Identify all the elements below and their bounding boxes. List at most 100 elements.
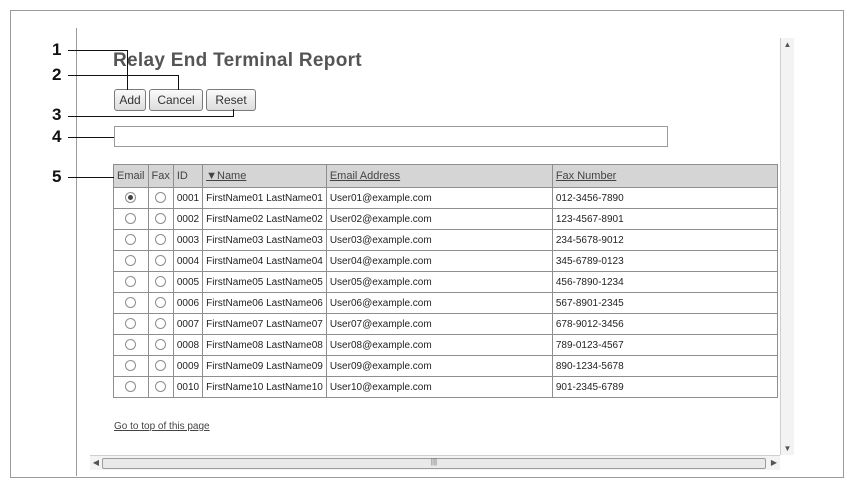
cell-email: User04@example.com (325, 250, 553, 272)
callout-line-1b (127, 50, 128, 90)
callout-5: 5 (52, 167, 62, 186)
column-fax: Fax (147, 164, 174, 188)
cell-email: User05@example.com (325, 271, 553, 293)
table-row: 0004 FirstName04 LastName04 User04@example… (113, 250, 778, 272)
cell-name: FirstName09 LastName09 (202, 355, 327, 377)
fax-radio-cell[interactable] (147, 250, 174, 272)
cell-name: FirstName01 LastName01 (202, 187, 327, 209)
cell-email: User02@example.com (325, 208, 553, 230)
email-radio-cell[interactable] (113, 355, 149, 377)
horizontal-scrollbar[interactable]: ◀ ||| ▶ (90, 455, 780, 470)
cell-fax: 345-6789-0123 (551, 250, 778, 272)
callout-3: 3 (52, 105, 62, 124)
cell-fax: 890-1234-5678 (551, 355, 778, 377)
email-radio-cell[interactable] (113, 250, 149, 272)
fax-radio[interactable] (155, 297, 167, 309)
cell-name: FirstName06 LastName06 (202, 292, 327, 314)
cell-name: FirstName10 LastName10 (202, 376, 327, 398)
cell-id: 0010 (172, 376, 204, 398)
cell-fax: 901-2345-6789 (551, 376, 778, 398)
fax-radio[interactable] (155, 381, 167, 393)
cell-id: 0001 (172, 187, 204, 209)
email-radio[interactable] (125, 381, 137, 393)
fax-radio[interactable] (155, 192, 167, 204)
cell-fax: 234-5678-9012 (551, 229, 778, 251)
callout-line-2 (68, 75, 179, 76)
fax-radio[interactable] (155, 318, 167, 330)
column-email: Email (113, 164, 149, 188)
fax-radio[interactable] (155, 255, 167, 267)
email-radio-cell[interactable] (113, 334, 149, 356)
fax-radio-cell[interactable] (147, 355, 174, 377)
fax-radio-cell[interactable] (147, 208, 174, 230)
cell-id: 0008 (172, 334, 204, 356)
callout-1: 1 (52, 40, 62, 59)
cell-email: User08@example.com (325, 334, 553, 356)
email-radio-cell[interactable] (113, 187, 149, 209)
table-row: 0006 FirstName06 LastName06 User06@example… (113, 292, 778, 314)
email-radio-cell[interactable] (113, 313, 149, 335)
vertical-scrollbar[interactable]: ▲ ▼ (780, 38, 794, 455)
fax-radio[interactable] (155, 213, 167, 225)
fax-radio-cell[interactable] (147, 187, 174, 209)
email-radio[interactable] (125, 192, 137, 204)
cancel-button[interactable]: Cancel (149, 89, 203, 111)
fax-radio[interactable] (155, 234, 167, 246)
callout-line-1 (68, 50, 128, 51)
fax-radio-cell[interactable] (147, 229, 174, 251)
scroll-right-icon[interactable]: ▶ (768, 456, 780, 470)
column-name-sort[interactable]: ▼Name (202, 164, 327, 188)
cell-name: FirstName03 LastName03 (202, 229, 327, 251)
email-radio[interactable] (125, 318, 137, 330)
email-radio[interactable] (125, 360, 137, 372)
reset-button[interactable]: Reset (206, 89, 256, 111)
cell-name: FirstName08 LastName08 (202, 334, 327, 356)
email-radio[interactable] (125, 234, 137, 246)
fax-radio-cell[interactable] (147, 376, 174, 398)
email-radio-cell[interactable] (113, 292, 149, 314)
fax-radio-cell[interactable] (147, 292, 174, 314)
cell-id: 0003 (172, 229, 204, 251)
email-radio[interactable] (125, 255, 137, 267)
add-button[interactable]: Add (114, 89, 146, 111)
cell-id: 0004 (172, 250, 204, 272)
callout-4: 4 (52, 127, 62, 146)
fax-radio[interactable] (155, 360, 167, 372)
fax-radio[interactable] (155, 276, 167, 288)
column-email-address-sort[interactable]: Email Address (325, 164, 553, 188)
scroll-left-icon[interactable]: ◀ (90, 456, 102, 470)
cell-email: User07@example.com (325, 313, 553, 335)
scroll-thumb[interactable]: ||| (102, 457, 766, 469)
cell-id: 0009 (172, 355, 204, 377)
email-radio[interactable] (125, 213, 137, 225)
email-radio[interactable] (125, 339, 137, 351)
table-row: 0002 FirstName02 LastName02 User02@example… (113, 208, 778, 230)
fax-radio-cell[interactable] (147, 271, 174, 293)
cell-fax: 456-7890-1234 (551, 271, 778, 293)
cell-name: FirstName07 LastName07 (202, 313, 327, 335)
email-radio[interactable] (125, 297, 137, 309)
email-radio-cell[interactable] (113, 229, 149, 251)
cell-id: 0002 (172, 208, 204, 230)
email-radio[interactable] (125, 276, 137, 288)
cell-fax: 123-4567-8901 (551, 208, 778, 230)
email-radio-cell[interactable] (113, 208, 149, 230)
search-input[interactable] (114, 126, 668, 147)
email-radio-cell[interactable] (113, 271, 149, 293)
table-row: 0007 FirstName07 LastName07 User07@example… (113, 313, 778, 335)
table-row: 0008 FirstName08 LastName08 User08@example… (113, 334, 778, 356)
fax-radio[interactable] (155, 339, 167, 351)
table-row: 0001 FirstName01 LastName01 User01@example… (113, 187, 778, 209)
cell-email: User03@example.com (325, 229, 553, 251)
cell-fax: 789-0123-4567 (551, 334, 778, 356)
go-to-top-link[interactable]: Go to top of this page (114, 421, 210, 432)
fax-radio-cell[interactable] (147, 313, 174, 335)
grip-icon: ||| (430, 457, 438, 466)
callout-line-3b (233, 109, 234, 117)
fax-radio-cell[interactable] (147, 334, 174, 356)
scroll-down-icon[interactable]: ▼ (781, 442, 794, 455)
column-fax-number-sort[interactable]: Fax Number (551, 164, 778, 188)
cell-fax: 012-3456-7890 (551, 187, 778, 209)
scroll-up-icon[interactable]: ▲ (781, 38, 794, 51)
email-radio-cell[interactable] (113, 376, 149, 398)
